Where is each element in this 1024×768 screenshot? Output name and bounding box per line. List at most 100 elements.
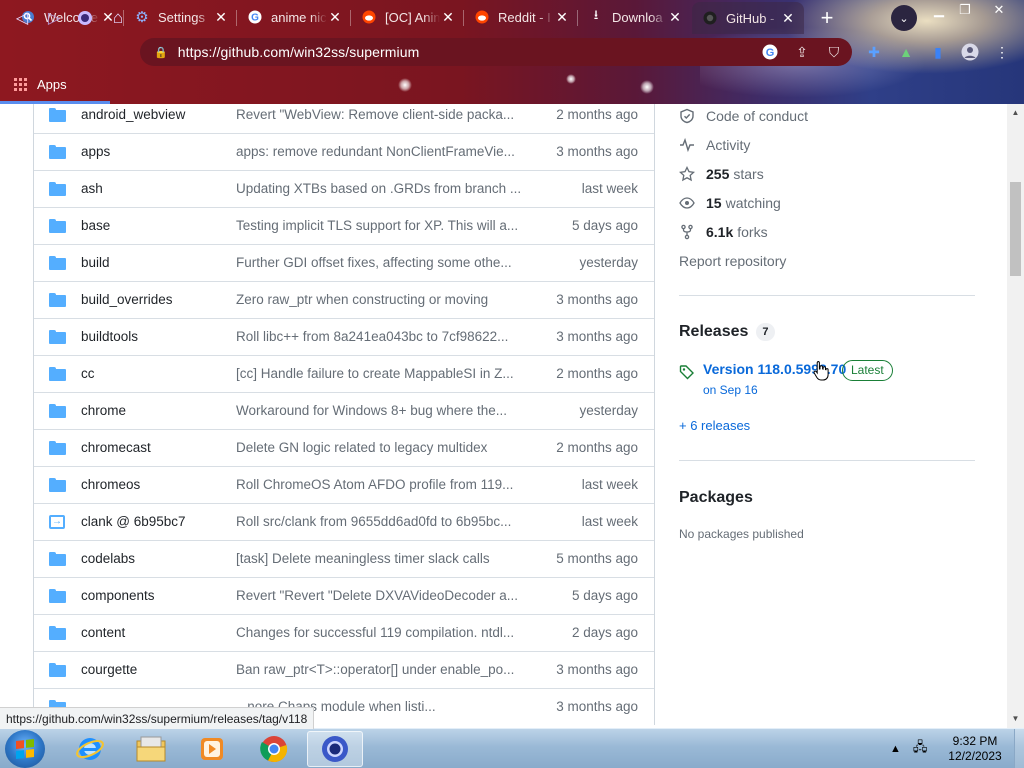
file-row[interactable]: content Changes for successful 119 compil…: [34, 614, 654, 651]
file-name-link[interactable]: courgette: [81, 662, 137, 677]
file-row[interactable]: build_overrides Zero raw_ptr when constru…: [34, 281, 654, 318]
commit-message-link[interactable]: Roll libc++ from 8a241ea043bc to 7cf9862…: [236, 329, 524, 344]
commit-message-link[interactable]: Further GDI offset fixes, affecting some…: [236, 255, 524, 270]
tab-search-button[interactable]: ⌄: [891, 5, 917, 31]
bookmark-apps[interactable]: Apps: [37, 77, 67, 92]
page-scrollbar[interactable]: ▲ ▼: [1007, 104, 1024, 728]
scrollbar-thumb[interactable]: [1010, 182, 1021, 276]
file-row[interactable]: chrome Workaround for Windows 8+ bug wher…: [34, 392, 654, 429]
file-name-link[interactable]: codelabs: [81, 551, 135, 566]
file-row[interactable]: chromeos Roll ChromeOS Atom AFDO profile …: [34, 466, 654, 503]
file-row[interactable]: components Revert "Revert "Delete DXVAVid…: [34, 577, 654, 614]
file-name-link[interactable]: ash: [81, 181, 103, 196]
show-desktop-button[interactable]: [1014, 729, 1024, 768]
commit-message-link[interactable]: Updating XTBs based on .GRDs from branch…: [236, 181, 524, 196]
taskbar-internet-explorer[interactable]: [62, 731, 118, 767]
scroll-down-arrow[interactable]: ▼: [1011, 714, 1020, 723]
file-name-link[interactable]: content: [81, 625, 125, 640]
commit-message-link[interactable]: Revert "Revert "Delete DXVAVideoDecoder …: [236, 588, 524, 603]
taskbar-chrome[interactable]: [246, 731, 302, 767]
tab-anime[interactable]: G anime nic ✕: [237, 2, 351, 32]
file-row[interactable]: ash Updating XTBs based on .GRDs from bra…: [34, 170, 654, 207]
profile-button[interactable]: [960, 42, 980, 62]
file-name-link[interactable]: build_overrides: [81, 292, 173, 307]
taskbar-file-explorer[interactable]: [123, 731, 179, 767]
network-icon[interactable]: 🖧: [913, 738, 928, 760]
commit-message-link[interactable]: Roll ChromeOS Atom AFDO profile from 119…: [236, 477, 524, 492]
activity-link[interactable]: Activity: [679, 135, 750, 155]
close-icon[interactable]: ✕: [327, 9, 343, 25]
taskbar-media-player[interactable]: [184, 731, 240, 767]
close-icon[interactable]: ✕: [440, 9, 456, 25]
stars-link[interactable]: 255 stars: [679, 164, 764, 184]
google-lens-button[interactable]: G: [760, 42, 780, 62]
close-icon[interactable]: ✕: [667, 9, 683, 25]
extensions-puzzle-icon[interactable]: ✚: [864, 42, 884, 62]
releases-heading[interactable]: Releases 7: [679, 323, 775, 341]
file-row[interactable]: apps apps: remove redundant NonClientFram…: [34, 133, 654, 170]
report-repository-link[interactable]: Report repository: [679, 251, 786, 271]
commit-message-link[interactable]: Ban raw_ptr<T>::operator[] under enable_…: [236, 662, 524, 677]
more-releases-link[interactable]: + 6 releases: [679, 418, 750, 433]
close-icon[interactable]: ✕: [554, 9, 570, 25]
tab-settings[interactable]: ⚙ Settings ✕: [124, 2, 237, 32]
tab-downloads[interactable]: ⭳ Downloa ✕: [578, 2, 691, 32]
file-row[interactable]: → clank @ 6b95bc7 Roll src/clank from 9655…: [34, 503, 654, 540]
share-button[interactable]: ⇪: [792, 42, 812, 62]
packages-heading[interactable]: Packages: [679, 489, 753, 507]
commit-message-link[interactable]: [task] Delete meaningless timer slack ca…: [236, 551, 524, 566]
show-hidden-icons-button[interactable]: ▲: [890, 743, 901, 755]
tab-github[interactable]: GitHub - ✕: [692, 2, 804, 34]
forward-button[interactable]: ▷: [40, 4, 68, 32]
file-row[interactable]: chromecast Delete GN logic related to leg…: [34, 429, 654, 466]
reload-button[interactable]: [71, 4, 99, 32]
file-row[interactable]: courgette Ban raw_ptr<T>::operator[] unde…: [34, 651, 654, 688]
file-row[interactable]: codelabs [task] Delete meaningless timer …: [34, 540, 654, 577]
file-name-link[interactable]: clank @ 6b95bc7: [81, 514, 186, 529]
commit-message-link[interactable]: Changes for successful 119 compilation. …: [236, 625, 524, 640]
file-row[interactable]: buildtools Roll libc++ from 8a241ea043bc …: [34, 318, 654, 355]
commit-message-link[interactable]: Workaround for Windows 8+ bug where the.…: [236, 403, 524, 418]
tab-reddit[interactable]: Reddit - I ✕: [464, 2, 578, 32]
file-name-link[interactable]: chromecast: [81, 440, 151, 455]
commit-message-link[interactable]: Revert "WebView: Remove client-side pack…: [236, 107, 524, 122]
extension-leaf-icon[interactable]: ▲: [896, 42, 916, 62]
clock[interactable]: 9:32 PM 12/2/2023: [940, 734, 1010, 764]
scroll-up-arrow[interactable]: ▲: [1011, 108, 1020, 117]
watching-link[interactable]: 15 watching: [679, 193, 781, 213]
commit-message-link[interactable]: Delete GN logic related to legacy multid…: [236, 440, 524, 455]
file-name-link[interactable]: build: [81, 255, 110, 270]
file-name-link[interactable]: chrome: [81, 403, 126, 418]
commit-message-link[interactable]: [cc] Handle failure to create MappableSI…: [236, 366, 524, 381]
file-name-link[interactable]: chromeos: [81, 477, 140, 492]
back-button[interactable]: ◁: [8, 4, 36, 32]
file-name-link[interactable]: base: [81, 218, 110, 233]
tab-oc-anim[interactable]: [OC] Anim ✕: [351, 2, 464, 32]
start-button[interactable]: [5, 730, 45, 768]
forks-link[interactable]: 6.1k forks: [679, 222, 768, 242]
file-name-link[interactable]: android_webview: [81, 107, 185, 122]
file-row[interactable]: base Testing implicit TLS support for XP.…: [34, 207, 654, 244]
file-row[interactable]: android_webview Revert "WebView: Remove c…: [34, 104, 654, 133]
file-name-link[interactable]: buildtools: [81, 329, 138, 344]
home-button[interactable]: ⌂: [104, 4, 132, 32]
file-name-link[interactable]: components: [81, 588, 155, 603]
commit-message-link[interactable]: apps: remove redundant NonClientFrameVie…: [236, 144, 524, 159]
address-bar[interactable]: 🔒 https://github.com/win32ss/supermium: [140, 38, 852, 66]
close-icon[interactable]: ✕: [780, 10, 796, 26]
side-panel-icon[interactable]: ▮: [928, 42, 948, 62]
bookmark-button[interactable]: ⛉: [824, 42, 844, 62]
file-name-link[interactable]: apps: [81, 144, 110, 159]
file-row[interactable]: build Further GDI offset fixes, affecting…: [34, 244, 654, 281]
taskbar-supermium[interactable]: [307, 731, 363, 767]
restore-button[interactable]: ❐: [950, 0, 980, 20]
file-name-link[interactable]: cc: [81, 366, 95, 381]
code-of-conduct-link[interactable]: Code of conduct: [679, 106, 808, 126]
close-icon[interactable]: ✕: [213, 9, 229, 25]
file-row[interactable]: cc [cc] Handle failure to create Mappable…: [34, 355, 654, 392]
commit-message-link[interactable]: Roll src/clank from 9655dd6ad0fd to 6b95…: [236, 514, 524, 529]
menu-button[interactable]: ⋮: [992, 42, 1012, 62]
close-window-button[interactable]: ✕: [984, 0, 1014, 20]
commit-message-link[interactable]: Zero raw_ptr when constructing or moving: [236, 292, 524, 307]
new-tab-button[interactable]: +: [815, 5, 839, 30]
